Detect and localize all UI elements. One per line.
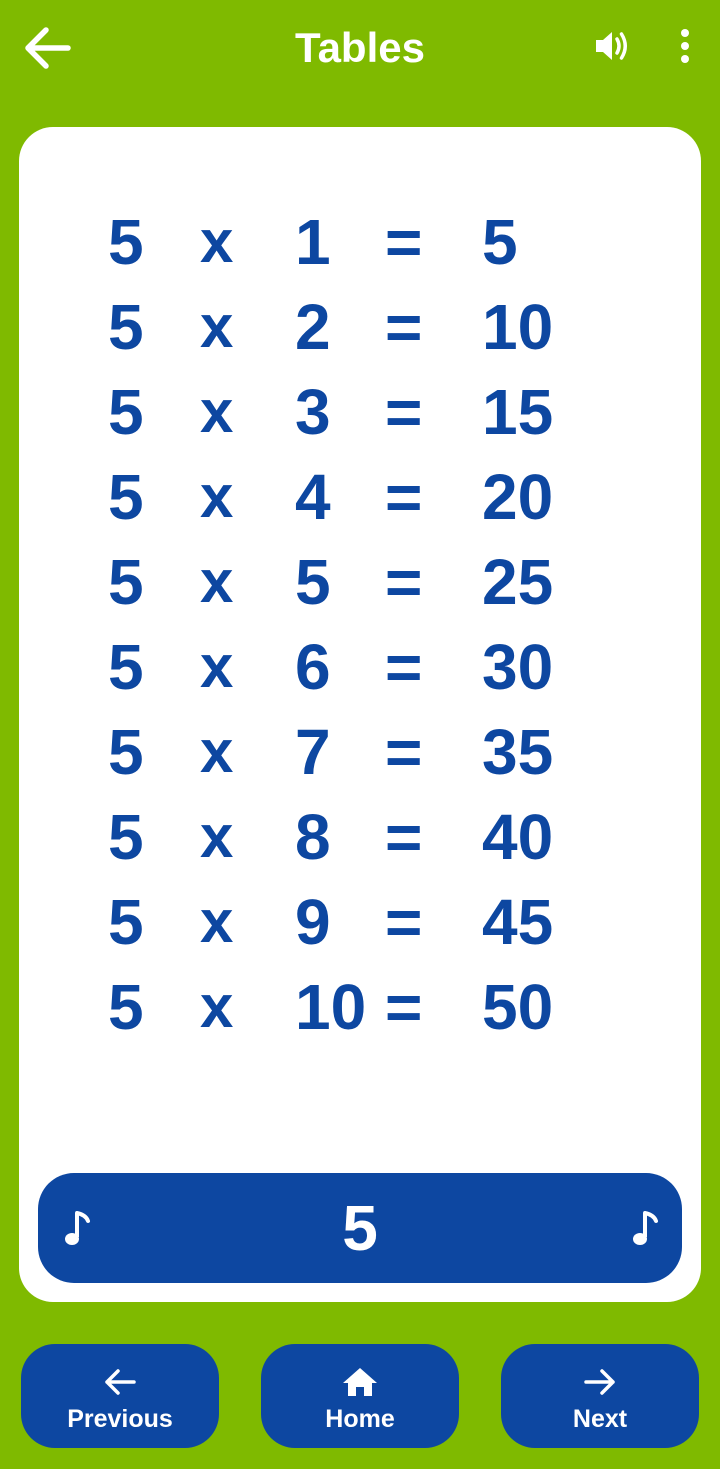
multiplier: 3 xyxy=(295,376,331,448)
multiplier: 1 xyxy=(295,206,331,278)
arrow-right-icon xyxy=(584,1369,615,1395)
more-menu-button[interactable] xyxy=(668,24,702,68)
multiplicand: 5 xyxy=(108,801,144,873)
product: 5 xyxy=(482,206,518,278)
multiplier: 2 xyxy=(295,291,331,363)
table-row: 5 x 3 = 15 xyxy=(19,372,701,452)
multiplier: 4 xyxy=(295,461,331,533)
times-sign: x xyxy=(200,463,234,530)
home-label: Home xyxy=(325,1405,395,1433)
table-row: 5 x 2 = 10 xyxy=(19,287,701,367)
multiplicand: 5 xyxy=(108,376,144,448)
music-note-icon xyxy=(633,1211,658,1245)
play-table-button[interactable]: 5 xyxy=(38,1173,682,1283)
multiplier: 10 xyxy=(295,971,367,1043)
equals-sign: = xyxy=(385,971,423,1043)
multiplicand: 5 xyxy=(108,631,144,703)
multiplicand: 5 xyxy=(108,206,144,278)
product: 40 xyxy=(482,801,554,873)
multiplicand: 5 xyxy=(108,716,144,788)
table-row: 5 x 4 = 20 xyxy=(19,457,701,537)
home-icon xyxy=(343,1368,377,1396)
times-sign: x xyxy=(200,378,234,445)
product: 20 xyxy=(482,461,554,533)
equals-sign: = xyxy=(385,206,423,278)
product: 30 xyxy=(482,631,554,703)
product: 50 xyxy=(482,971,554,1043)
product: 15 xyxy=(482,376,554,448)
multiplicand: 5 xyxy=(108,546,144,618)
multiplier: 6 xyxy=(295,631,331,703)
table-card: 5 x 1 = 5 5 x 2 = 10 5 x 3 = 15 5 x 4 = 20 5 x 5 = 25 5 x 6 = 30 5 x 7 = 3… xyxy=(19,127,701,1302)
arrow-left-icon xyxy=(105,1369,136,1395)
times-sign: x xyxy=(200,548,234,615)
next-label: Next xyxy=(572,1405,628,1433)
table-row: 5 x 1 = 5 xyxy=(19,202,701,282)
app-bar: Tables xyxy=(0,0,720,96)
previous-label: Previous xyxy=(67,1405,173,1433)
previous-button[interactable]: Previous xyxy=(21,1344,219,1448)
table-row: 5 x 8 = 40 xyxy=(19,797,701,877)
times-sign: x xyxy=(200,718,234,785)
table-number: 5 xyxy=(342,1192,378,1264)
multiplicand: 5 xyxy=(108,971,144,1043)
product: 35 xyxy=(482,716,554,788)
table-row: 5 x 10 = 50 xyxy=(19,967,701,1047)
table-row: 5 x 7 = 35 xyxy=(19,712,701,792)
product: 25 xyxy=(482,546,554,618)
next-button[interactable]: Next xyxy=(501,1344,699,1448)
equals-sign: = xyxy=(385,546,423,618)
multiplicand: 5 xyxy=(108,886,144,958)
multiplier: 9 xyxy=(295,886,331,958)
equals-sign: = xyxy=(385,631,423,703)
multiplicand: 5 xyxy=(108,291,144,363)
equals-sign: = xyxy=(385,886,423,958)
multiplier: 8 xyxy=(295,801,331,873)
more-vertical-icon xyxy=(681,29,689,63)
product: 45 xyxy=(482,886,554,958)
multiplicand: 5 xyxy=(108,461,144,533)
speaker-icon xyxy=(596,32,627,60)
times-sign: x xyxy=(200,208,234,275)
equals-sign: = xyxy=(385,461,423,533)
sound-button[interactable] xyxy=(588,24,636,68)
times-sign: x xyxy=(200,973,234,1040)
equals-sign: = xyxy=(385,376,423,448)
table-row: 5 x 9 = 45 xyxy=(19,882,701,962)
product: 10 xyxy=(482,291,554,363)
times-sign: x xyxy=(200,803,234,870)
times-sign: x xyxy=(200,888,234,955)
home-button[interactable]: Home xyxy=(261,1344,459,1448)
table-row: 5 x 6 = 30 xyxy=(19,627,701,707)
equals-sign: = xyxy=(385,801,423,873)
multiplier: 7 xyxy=(295,716,331,788)
times-sign: x xyxy=(200,293,234,360)
table-row: 5 x 5 = 25 xyxy=(19,542,701,622)
times-sign: x xyxy=(200,633,234,700)
equals-sign: = xyxy=(385,716,423,788)
multiplier: 5 xyxy=(295,546,331,618)
equals-sign: = xyxy=(385,291,423,363)
